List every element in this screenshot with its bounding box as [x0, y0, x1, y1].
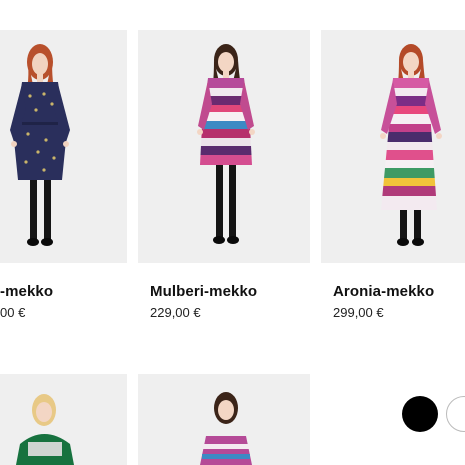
product-card[interactable]: -mekko 00 € — [0, 0, 130, 340]
product-price: 229,00 € — [150, 305, 201, 320]
product-grid: -mekko 00 € Mulberi-mekko 229,00 € Aroni… — [0, 0, 465, 465]
product-image[interactable] — [0, 374, 127, 465]
product-image[interactable] — [321, 30, 465, 263]
product-price: 00 € — [0, 305, 26, 320]
product-card[interactable] — [138, 374, 310, 465]
product-card[interactable]: Aronia-mekko 299,00 € — [321, 0, 465, 340]
color-swatch-white[interactable] — [446, 396, 465, 432]
product-name[interactable]: -mekko — [0, 283, 53, 300]
product-card[interactable] — [0, 374, 127, 465]
color-swatch-black[interactable] — [402, 396, 438, 432]
product-image[interactable] — [0, 30, 127, 263]
product-name[interactable]: Aronia-mekko — [333, 283, 434, 300]
product-image[interactable] — [138, 30, 310, 263]
product-image[interactable] — [138, 374, 310, 465]
product-price: 299,00 € — [333, 305, 384, 320]
product-card[interactable]: Mulberi-mekko 229,00 € — [138, 0, 310, 340]
product-name[interactable]: Mulberi-mekko — [150, 283, 257, 300]
